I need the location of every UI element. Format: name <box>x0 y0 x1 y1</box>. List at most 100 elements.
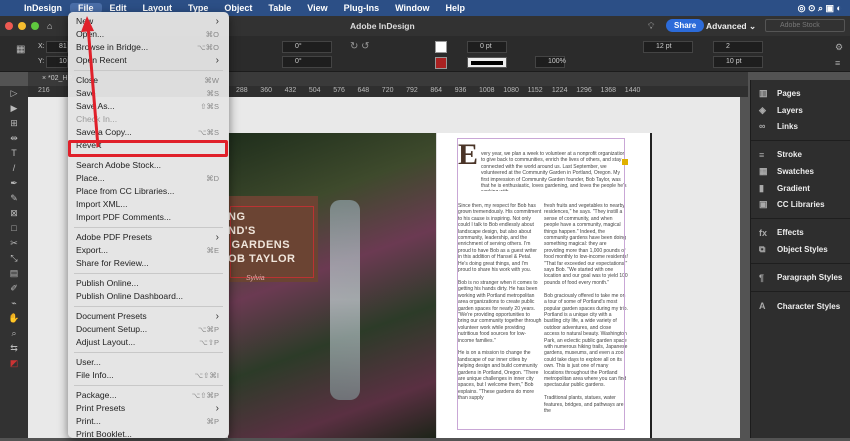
ruler-tick-label: 288 <box>236 87 248 94</box>
menu-view[interactable]: View <box>299 3 335 13</box>
menu-item-label: Adjust Layout... <box>76 337 136 347</box>
menu-item-label: User... <box>76 357 101 367</box>
zoom-tool-icon[interactable]: ⌕ <box>0 326 28 341</box>
pencil-tool-icon[interactable]: ✎ <box>0 191 28 206</box>
rotate-icons[interactable]: ↻ ↺ <box>350 41 370 52</box>
panel-cc-libraries[interactable]: ▣ CC Libraries <box>759 199 825 210</box>
column-gutter-field[interactable]: 10 pt <box>713 56 763 68</box>
pen-tool-icon[interactable]: ✒ <box>0 176 28 191</box>
ruler-tick-label: 216 <box>38 87 50 94</box>
menu-item-document-presets[interactable]: Document Presets › <box>68 310 229 323</box>
panel-label: Object Styles <box>777 245 828 254</box>
panel-character-styles[interactable]: A Character Styles <box>759 301 840 311</box>
menu-item-export[interactable]: Export... ⌘E <box>68 244 229 257</box>
panel-links[interactable]: ∞ Links <box>759 121 798 131</box>
menu-item-import-xml[interactable]: Import XML... <box>68 198 229 211</box>
panel-effects[interactable]: fx Effects <box>759 228 804 238</box>
panel-object-styles[interactable]: ⧉ Object Styles <box>759 244 828 255</box>
opacity-field[interactable]: 100% <box>535 56 566 68</box>
menu-item-publish-online-dashboard[interactable]: Publish Online Dashboard... <box>68 290 229 303</box>
stroke-weight-field[interactable]: 0 pt <box>467 41 507 53</box>
menu-item-label: Search Adobe Stock... <box>76 160 162 170</box>
menu-item-share-for-review[interactable]: Share for Review... <box>68 257 229 270</box>
menu-help[interactable]: Help <box>438 3 474 13</box>
menu-item-label: Import PDF Comments... <box>76 212 172 222</box>
menu-item-adjust-layout[interactable]: Adjust Layout... ⌥⇧P <box>68 336 229 349</box>
swap-colors-icon[interactable]: ⇆ <box>0 341 28 356</box>
fill-stroke-icon[interactable]: ◩ <box>0 356 28 371</box>
links-icon: ∞ <box>759 121 766 131</box>
page-tool-icon[interactable]: ⊞ <box>0 116 28 131</box>
gutter-field[interactable]: 12 pt <box>643 41 693 53</box>
stroke-swatch[interactable] <box>435 57 447 69</box>
panel-label: CC Libraries <box>777 200 825 209</box>
article-title: NG ND'S GARDENS OB TAYLOR <box>228 211 296 265</box>
panel-gradient[interactable]: ▮ Gradient <box>759 183 810 194</box>
menu-item-place[interactable]: Place... ⌘D <box>68 172 229 185</box>
fill-swatch[interactable] <box>435 41 447 53</box>
right-page[interactable]: E very year, we plan a week to volunteer… <box>436 133 650 438</box>
text-frame-port[interactable] <box>622 159 628 165</box>
menu-item-shortcut: ⌥⌘P <box>197 325 219 334</box>
hamburger-icon[interactable]: ≡ <box>835 58 840 68</box>
menu-item-shortcut: ⇧⌘S <box>200 102 219 111</box>
panel-label: Gradient <box>777 183 810 193</box>
waterfall-highlight <box>330 200 360 400</box>
menu-plugins[interactable]: Plug-Ins <box>336 3 388 13</box>
menu-item-print-presets[interactable]: Print Presets › <box>68 402 229 415</box>
free-transform-tool-icon[interactable]: ⤡ <box>0 251 28 266</box>
reference-point-icon[interactable]: ▦ <box>16 44 25 55</box>
menu-item-place-from-cc-libraries[interactable]: Place from CC Libraries... <box>68 185 229 198</box>
menu-item-publish-online[interactable]: Publish Online... <box>68 277 229 290</box>
panel-paragraph-styles[interactable]: ¶ Paragraph Styles <box>759 273 842 283</box>
panel-layers[interactable]: ◈ Layers <box>759 105 803 116</box>
ruler-tick-label: 1224 <box>551 87 568 94</box>
type-tool-icon[interactable]: T <box>0 146 28 161</box>
menu-table[interactable]: Table <box>260 3 299 13</box>
article-title-box[interactable]: NG ND'S GARDENS OB TAYLOR Sylvia <box>228 196 318 282</box>
panel-stroke[interactable]: ≡ Stroke <box>759 150 802 160</box>
close-window-button[interactable] <box>5 22 13 30</box>
ruler-tick-label: 504 <box>308 87 321 94</box>
note-tool-icon[interactable]: ✐ <box>0 281 28 296</box>
menu-item-user[interactable]: User... <box>68 356 229 369</box>
zoom-window-button[interactable] <box>31 22 39 30</box>
rectangle-frame-tool-icon[interactable]: ⊠ <box>0 206 28 221</box>
stock-search-input[interactable]: Adobe Stock <box>765 19 845 32</box>
menu-item-adobe-pdf-presets[interactable]: Adobe PDF Presets › <box>68 231 229 244</box>
line-tool-icon[interactable]: / <box>0 161 28 176</box>
menu-item-search-adobe-stock[interactable]: Search Adobe Stock... <box>68 159 229 172</box>
share-button[interactable]: Share <box>666 19 705 32</box>
panel-pages[interactable]: ▥ Pages <box>759 88 801 99</box>
gear-icon[interactable]: ⚙ <box>835 42 843 53</box>
menu-item-document-setup[interactable]: Document Setup... ⌥⌘P <box>68 323 229 336</box>
gradient-tool-icon[interactable]: ▤ <box>0 266 28 281</box>
menu-item-file-info[interactable]: File Info... ⌥⇧⌘I <box>68 369 229 382</box>
gap-tool-icon[interactable]: ⇹ <box>0 131 28 146</box>
menu-item-print-booklet[interactable]: Print Booklet... <box>68 428 229 441</box>
dock-separator <box>751 291 850 292</box>
rotation-angle-field[interactable]: 0° <box>282 41 332 53</box>
selection-tool-icon[interactable]: ▷ <box>0 86 28 101</box>
home-icon[interactable]: ⌂ <box>47 21 52 31</box>
status-icons[interactable]: ◎ ⊙ ⌕ ▣ ◐ <box>790 3 850 14</box>
stroke-type-select[interactable] <box>467 57 507 68</box>
menu-item-shortcut: ⌥⇧⌘P <box>191 391 219 400</box>
menu-item-print[interactable]: Print... ⌘P <box>68 415 229 428</box>
workspace-switcher[interactable]: Advanced ⌄ <box>706 21 756 32</box>
scissors-tool-icon[interactable]: ✂ <box>0 236 28 251</box>
columns-field[interactable]: 2 <box>713 41 763 53</box>
shear-angle-field[interactable]: 0° <box>282 56 332 68</box>
menu-item-import-pdf-comments[interactable]: Import PDF Comments... <box>68 211 229 224</box>
lightbulb-icon[interactable]: 💡︎ <box>648 21 654 32</box>
menu-item-package[interactable]: Package... ⌥⇧⌘P <box>68 389 229 402</box>
panel-swatches[interactable]: ▦ Swatches <box>759 166 814 177</box>
hand-tool-icon[interactable]: ✋ <box>0 311 28 326</box>
eyedropper-tool-icon[interactable]: ⌁ <box>0 296 28 311</box>
minimize-window-button[interactable] <box>18 22 26 30</box>
menu-item-label: Export... <box>76 245 108 255</box>
rectangle-tool-icon[interactable]: □ <box>0 221 28 236</box>
menu-item-label: Publish Online... <box>76 278 139 288</box>
direct-selection-tool-icon[interactable]: ▶ <box>0 101 28 116</box>
menu-window[interactable]: Window <box>387 3 437 13</box>
